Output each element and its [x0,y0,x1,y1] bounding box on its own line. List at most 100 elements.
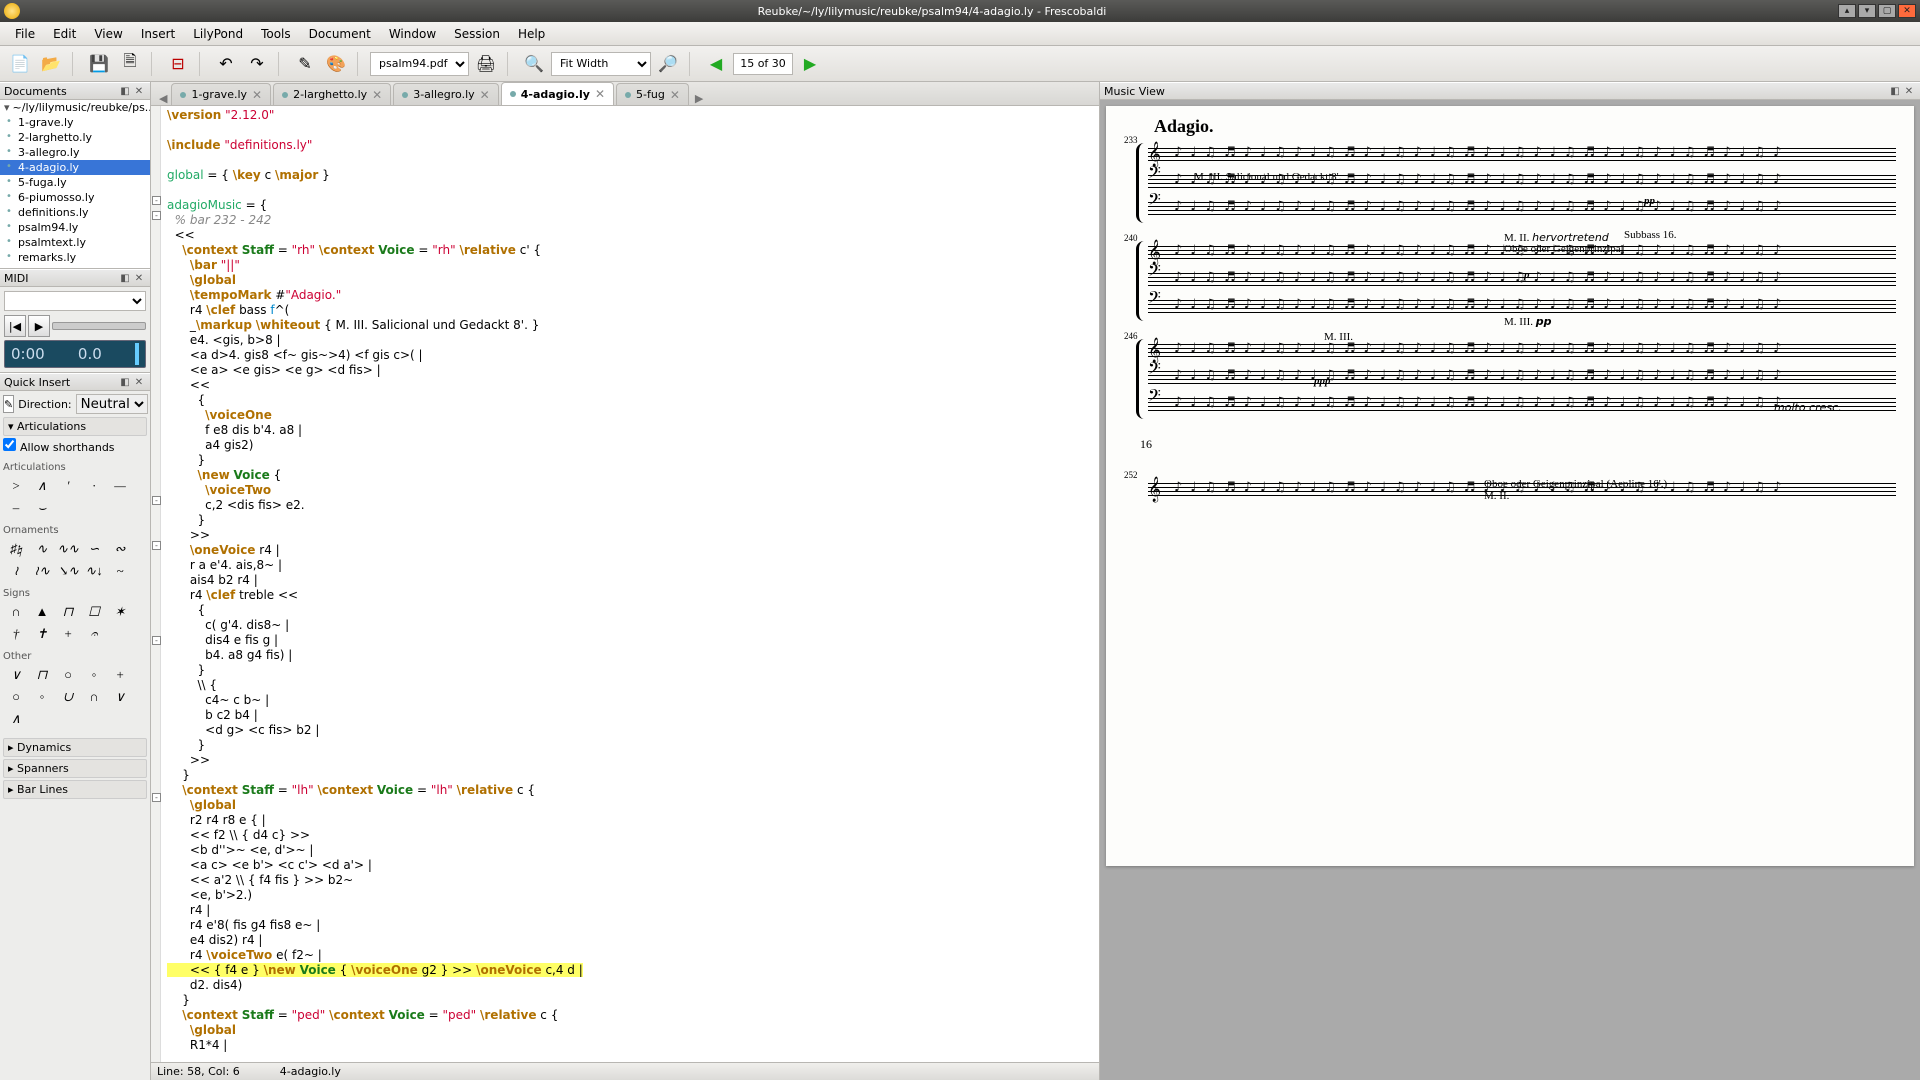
menu-file[interactable]: File [6,24,44,44]
other-glyph[interactable]: ∨ [107,686,133,708]
ornament-glyph[interactable]: ∿∿ [55,538,81,560]
other-glyph[interactable]: ◦ [81,664,107,686]
barlines-section[interactable]: Bar Lines [3,780,147,799]
midi-rewind-button[interactable]: |◀ [4,315,26,337]
zoom-in-button[interactable]: 🔎 [654,50,682,78]
ornament-glyph[interactable]: ~ [107,560,133,582]
articulations-section[interactable]: Articulations [3,417,147,436]
next-page-button[interactable]: ▶ [796,50,824,78]
menu-window[interactable]: Window [380,24,445,44]
ornament-glyph[interactable]: ∿ [29,538,55,560]
menu-view[interactable]: View [85,24,131,44]
page-input[interactable] [733,53,793,75]
midi-output-select[interactable] [4,291,146,311]
tab-2larghettoly[interactable]: 2-larghetto.ly✕ [273,83,391,105]
doc-item[interactable]: psalm94.ly [0,220,150,235]
menu-help[interactable]: Help [509,24,554,44]
saveas-button[interactable]: 🗎 [116,50,144,78]
other-glyph[interactable]: ∩ [81,686,107,708]
doc-item[interactable]: 4-adagio.ly [0,160,150,175]
midi-close-icon[interactable]: ✕ [132,271,146,285]
code-editor[interactable]: - - - - - - \version "2.12.0" \include "… [151,106,1099,1062]
doc-item[interactable]: remarks.ly [0,250,150,265]
shade-button[interactable]: ▴ [1838,4,1856,18]
doc-item[interactable]: titlepage.ly [0,265,150,268]
sign-glyph[interactable]: ✝ [29,623,55,645]
menu-tools[interactable]: Tools [252,24,300,44]
doc-item[interactable]: psalmtext.ly [0,235,150,250]
tab-5fug[interactable]: 5-fug✕ [616,83,689,105]
sign-glyph[interactable]: 𝄐 [81,623,107,645]
engrave-button[interactable]: ✎ [291,50,319,78]
tab-1gravely[interactable]: 1-grave.ly✕ [171,83,271,105]
tabs-scroll-right[interactable]: ▶ [691,92,707,105]
sign-glyph[interactable]: † [3,623,29,645]
documents-list[interactable]: ~/ly/lilymusic/reubke/ps...1-grave.ly2-l… [0,100,150,268]
ornament-glyph[interactable]: ↘∿ [55,560,81,582]
maximize-button[interactable]: ▢ [1878,4,1896,18]
new-button[interactable]: 📄 [6,50,34,78]
print-button[interactable]: 🖨 [472,50,500,78]
articulation-glyph[interactable]: ⌣ [29,497,55,519]
sign-glyph[interactable]: ▲ [29,601,55,623]
spanners-section[interactable]: Spanners [3,759,147,778]
open-button[interactable]: 📂 [37,50,65,78]
doc-item[interactable]: 6-piumosso.ly [0,190,150,205]
articulation-glyph[interactable]: – [3,497,29,519]
articulation-glyph[interactable]: ∧ [29,475,55,497]
musicview-close-icon[interactable]: ✕ [1902,84,1916,98]
quickinsert-close-icon[interactable]: ✕ [132,375,146,389]
doc-item[interactable]: definitions.ly [0,205,150,220]
doc-item[interactable]: 1-grave.ly [0,115,150,130]
tab-close-icon[interactable]: ✕ [480,88,490,102]
other-glyph[interactable]: + [107,664,133,686]
doc-item[interactable]: 3-allegro.ly [0,145,150,160]
musicview-undock-icon[interactable]: ◧ [1888,84,1902,98]
tab-4adagioly[interactable]: 4-adagio.ly✕ [501,82,614,105]
sign-glyph[interactable]: + [55,623,81,645]
midi-position-slider[interactable] [52,322,146,330]
documents-close-icon[interactable]: ✕ [132,84,146,98]
articulation-glyph[interactable]: — [107,475,133,497]
other-glyph[interactable]: ∪ [55,686,81,708]
tab-3allegroly[interactable]: 3-allegro.ly✕ [393,83,499,105]
minimize-button[interactable]: ▾ [1858,4,1876,18]
close-doc-button[interactable]: ⊟ [164,50,192,78]
sign-glyph[interactable]: ⊓ [55,601,81,623]
close-button[interactable]: ✕ [1898,4,1916,18]
other-glyph[interactable]: ∧ [3,708,29,730]
doc-root[interactable]: ~/ly/lilymusic/reubke/ps... [0,100,150,115]
engrave-publish-button[interactable]: 🎨 [322,50,350,78]
ornament-glyph[interactable]: ♯𝄮 [3,538,29,560]
sign-glyph[interactable]: ∩ [3,601,29,623]
zoom-out-button[interactable]: 🔍 [520,50,548,78]
pdf-select[interactable]: psalm94.pdf [370,52,469,76]
doc-item[interactable]: 5-fuga.ly [0,175,150,190]
articulation-glyph[interactable]: > [3,475,29,497]
other-glyph[interactable]: ∨ [3,664,29,686]
tab-close-icon[interactable]: ✕ [670,88,680,102]
direction-icon[interactable]: ✎ [3,395,14,413]
quickinsert-undock-icon[interactable]: ◧ [118,375,132,389]
zoom-select[interactable]: Fit Width [551,52,651,76]
save-button[interactable]: 💾 [85,50,113,78]
ornament-glyph[interactable]: ∿↓ [81,560,107,582]
menu-lilypond[interactable]: LilyPond [184,24,252,44]
allow-shorthands-check[interactable]: Allow shorthands [3,441,115,454]
midi-play-button[interactable]: ▶ [28,315,50,337]
music-view[interactable]: Adagio.233𝄞♪♩♫♬♪♩♫♪♩♫♬♪♩♫♪♩♫♬♪♩♫♪♩♫♬♪♩♫♪… [1100,100,1920,1080]
other-glyph[interactable]: ○ [3,686,29,708]
tabs-scroll-left[interactable]: ◀ [155,92,171,105]
tab-close-icon[interactable]: ✕ [252,88,262,102]
menu-document[interactable]: Document [300,24,380,44]
tab-close-icon[interactable]: ✕ [372,88,382,102]
menu-session[interactable]: Session [445,24,509,44]
documents-undock-icon[interactable]: ◧ [118,84,132,98]
other-glyph[interactable]: ○ [55,664,81,686]
menu-edit[interactable]: Edit [44,24,85,44]
midi-undock-icon[interactable]: ◧ [118,271,132,285]
ornament-glyph[interactable]: ∾ [107,538,133,560]
sign-glyph[interactable]: ☐ [81,601,107,623]
redo-button[interactable]: ↷ [243,50,271,78]
articulation-glyph[interactable]: ′ [55,475,81,497]
